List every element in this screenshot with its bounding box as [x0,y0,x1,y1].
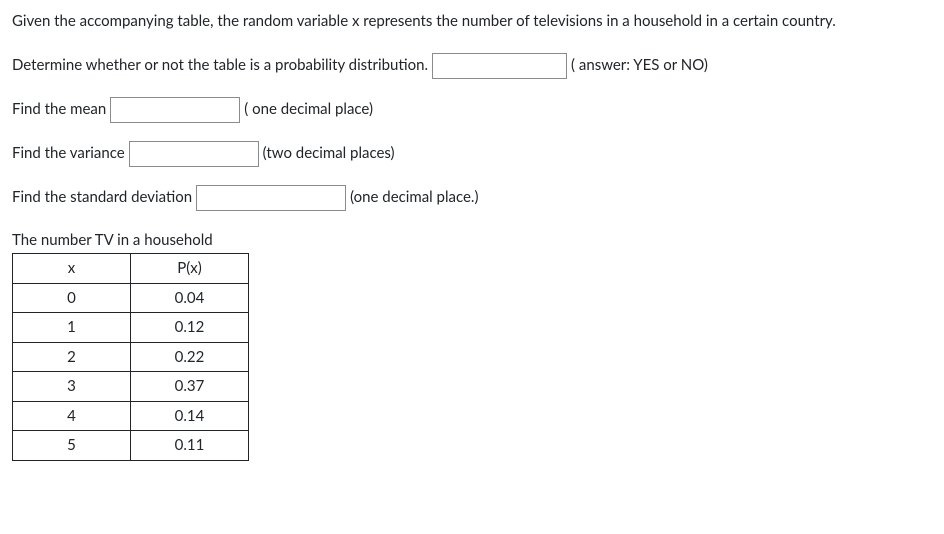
question-mean: Find the mean ( one decimal place) [12,97,932,123]
q4-input[interactable] [196,185,346,211]
q3-prompt: Find the variance [12,142,125,165]
table-row: 5 0.11 [13,431,249,461]
table-row: 4 0.14 [13,401,249,431]
cell-x: 3 [13,372,131,402]
cell-p: 0.04 [131,283,249,313]
table-row: 1 0.12 [13,313,249,343]
q3-input[interactable] [129,141,259,167]
question-variance: Find the variance (two decimal places) [12,141,932,167]
question-stddev: Find the standard deviation (one decimal… [12,185,932,211]
question-prob-dist: Determine whether or not the table is a … [12,53,932,79]
q1-input[interactable] [432,53,567,79]
cell-p: 0.22 [131,342,249,372]
col-header-x: x [13,254,131,284]
q4-prompt: Find the standard deviation [12,186,192,209]
cell-x: 0 [13,283,131,313]
col-header-px: P(x) [131,254,249,284]
cell-p: 0.12 [131,313,249,343]
q2-input[interactable] [110,97,240,123]
table-row: 3 0.37 [13,372,249,402]
q1-hint: ( answer: YES or NO) [571,54,708,77]
intro-text: Given the accompanying table, the random… [12,10,932,33]
q2-hint: ( one decimal place) [244,98,373,121]
cell-x: 2 [13,342,131,372]
cell-p: 0.11 [131,431,249,461]
table-row: 2 0.22 [13,342,249,372]
cell-x: 5 [13,431,131,461]
table-header-row: x P(x) [13,254,249,284]
table-row: 0 0.04 [13,283,249,313]
cell-x: 4 [13,401,131,431]
cell-p: 0.37 [131,372,249,402]
q4-hint: (one decimal place.) [350,186,478,209]
table-caption: The number TV in a household [12,229,932,252]
cell-x: 1 [13,313,131,343]
cell-p: 0.14 [131,401,249,431]
q3-hint: (two decimal places) [263,142,395,165]
q1-prompt: Determine whether or not the table is a … [12,54,428,77]
q2-prompt: Find the mean [12,98,106,121]
probability-table: x P(x) 0 0.04 1 0.12 2 0.22 3 0.37 4 0.1… [12,253,249,461]
